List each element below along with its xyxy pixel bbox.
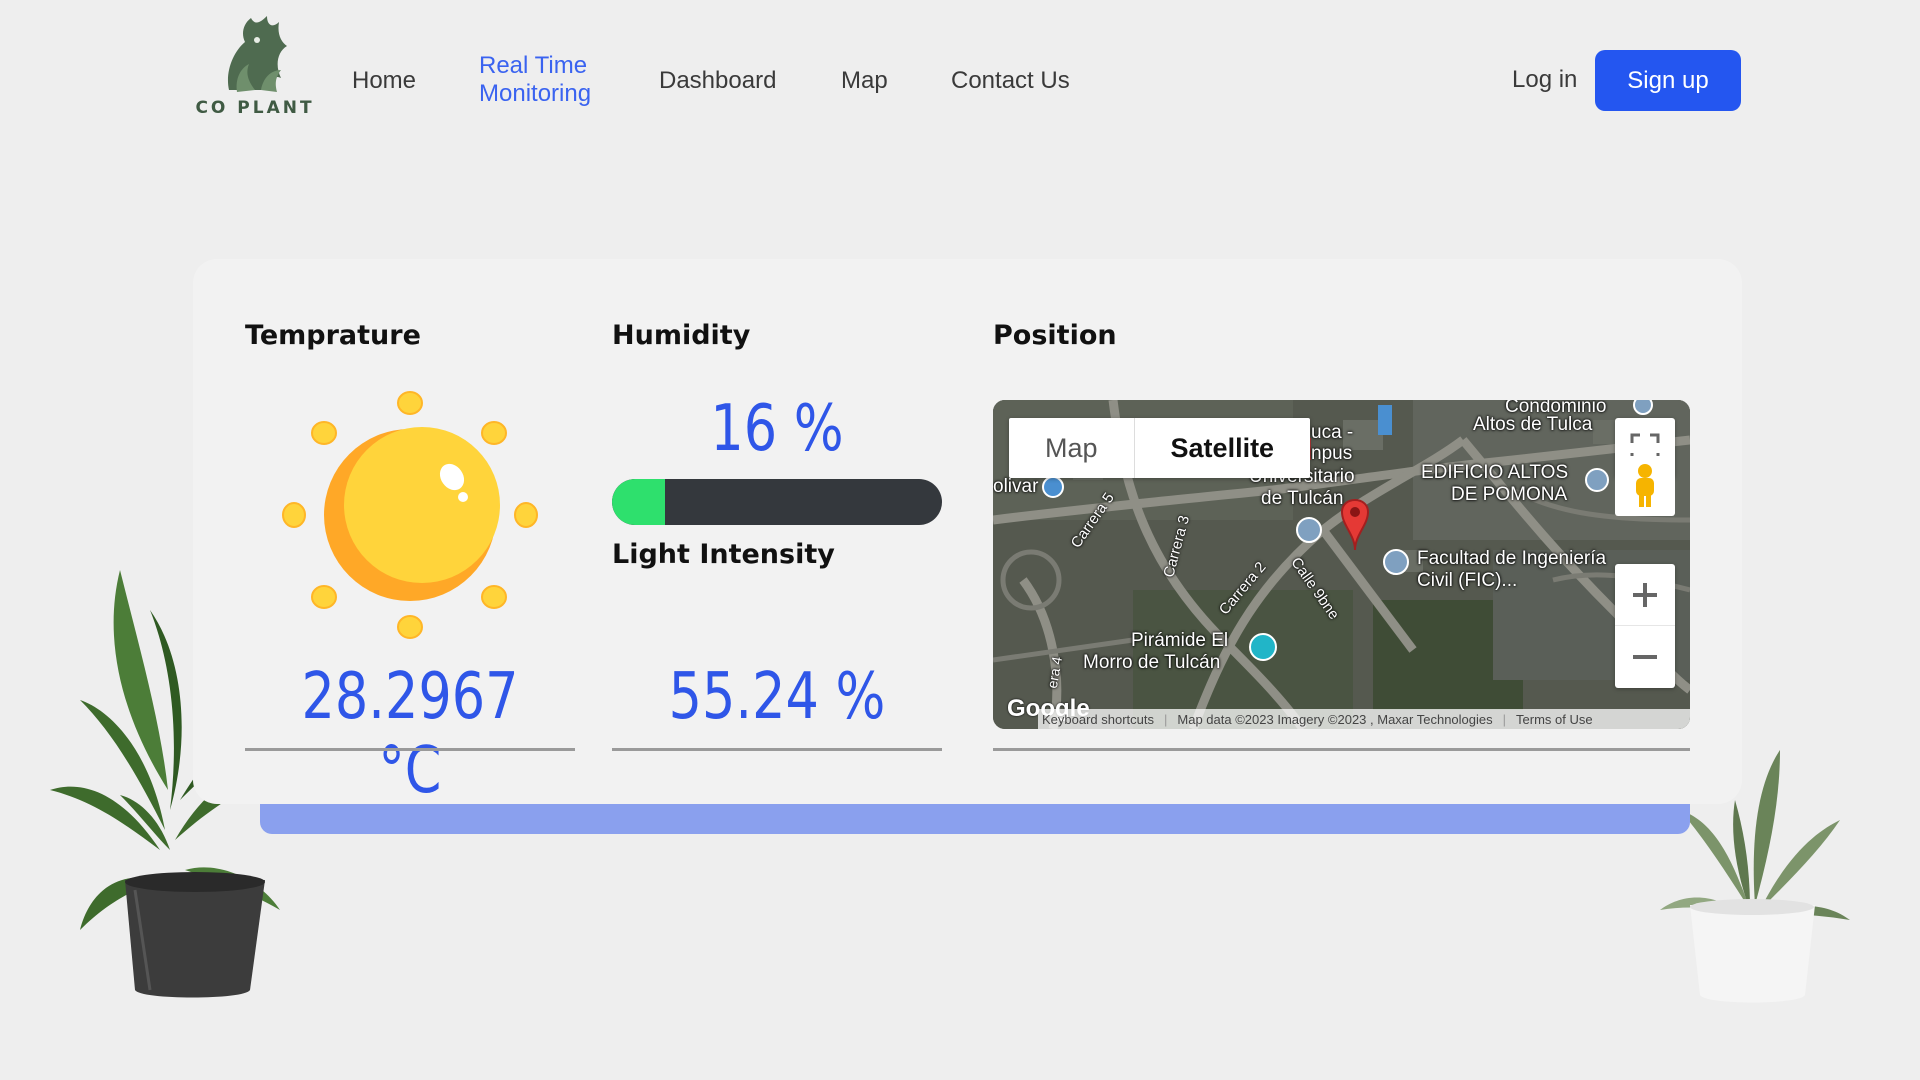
zoom-in-button[interactable] (1615, 564, 1675, 626)
humidity-title: Humidity (612, 320, 751, 351)
minus-icon (1633, 655, 1657, 659)
map-type-map-button[interactable]: Map (1009, 418, 1134, 478)
humidity-progress-bar (612, 479, 942, 525)
keyboard-shortcuts-link[interactable]: Keyboard shortcuts (1042, 712, 1154, 727)
position-title: Position (993, 320, 1117, 351)
card-accent-bar (260, 804, 1690, 834)
plus-icon (1633, 582, 1657, 607)
map-label-piramide-2: Morro de Tulcán (1083, 652, 1221, 673)
map-label-npus: npus (1311, 443, 1353, 464)
brand-logo[interactable]: CO PLANT (195, 12, 315, 122)
page: CO PLANT Home Real Time Monitoring Dashb… (0, 0, 1920, 1080)
temperature-underline (245, 748, 575, 751)
nav-map[interactable]: Map (841, 67, 888, 95)
plant-dragon-logo-icon (227, 16, 287, 92)
nav-home[interactable]: Home (352, 67, 416, 95)
light-underline (612, 748, 942, 751)
nav-realtime-line2: Monitoring (479, 80, 592, 107)
map-label-facultad-2: Civil (FIC)... (1417, 570, 1518, 591)
signup-button[interactable]: Sign up (1595, 50, 1741, 111)
map-type-satellite-button[interactable]: Satellite (1133, 418, 1311, 478)
map-label-facultad-1: Facultad de Ingeniería (1417, 548, 1607, 569)
brand-name: CO PLANT (195, 98, 315, 118)
light-intensity-title: Light Intensity (612, 539, 835, 570)
street-view-pegman-button[interactable] (1615, 456, 1675, 516)
nav-realtime-line1: Real Time (479, 52, 588, 79)
terms-of-use-link[interactable]: Terms of Use (1516, 712, 1593, 727)
sun-icon (282, 391, 538, 639)
login-link[interactable]: Log in (1512, 66, 1577, 94)
nav-real-time-monitoring[interactable]: Real Time Monitoring (479, 52, 591, 108)
map-label-edificio-1: EDIFICIO ALTOS (1421, 462, 1569, 483)
temperature-value: 28.2967 °C (301, 660, 519, 808)
temperature-title: Temprature (245, 320, 421, 351)
map-label-olivar: olivar (993, 476, 1039, 497)
map-label-altos-tulca: Altos de Tulca (1473, 414, 1593, 435)
position-underline (993, 748, 1690, 751)
map-widget[interactable]: Condominio Altos de Tulca uca - npus Uni… (993, 400, 1690, 729)
pegman-icon (1636, 464, 1654, 507)
nav-dashboard[interactable]: Dashboard (659, 67, 776, 95)
map-attribution-bar: Keyboard shortcuts | Map data ©2023 Imag… (1038, 709, 1690, 729)
humidity-progress-fill (612, 479, 665, 525)
map-label-uca: uca - (1311, 422, 1354, 443)
humidity-value: 16 % (710, 392, 844, 466)
zoom-out-button[interactable] (1615, 626, 1675, 688)
light-intensity-value: 55.24 % (668, 660, 886, 734)
nav-contact-us[interactable]: Contact Us (951, 67, 1070, 95)
map-data-attribution: Map data ©2023 Imagery ©2023 , Maxar Tec… (1177, 711, 1493, 727)
map-type-toggle: Map Satellite (1009, 418, 1311, 478)
zoom-controls (1615, 564, 1675, 688)
map-label-piramide-1: Pirámide El (1131, 630, 1229, 651)
map-label-de-tulcan: de Tulcán (1261, 488, 1344, 509)
map-label-edificio-2: DE POMONA (1451, 484, 1568, 505)
